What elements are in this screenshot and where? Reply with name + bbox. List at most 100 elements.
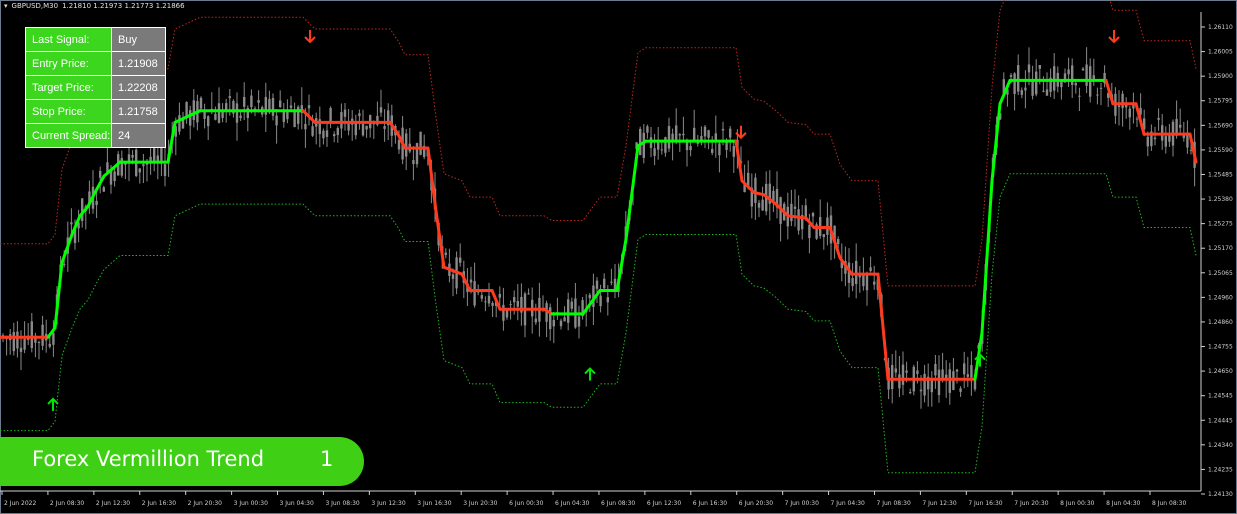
candle-body [790,203,793,222]
candle-body [1085,64,1088,86]
candle-body [282,111,285,122]
candle-body [811,213,815,217]
candle-body [235,103,239,123]
candle-body [444,252,447,256]
candle-body [1009,75,1013,77]
candle-body [963,363,966,375]
y-tick-label: 1.24860 [1208,319,1233,326]
y-tick-label: 1.25690 [1208,122,1233,129]
signal-value: Buy [111,27,166,52]
candle-body [491,302,494,306]
candles [1,47,1196,409]
candle-body [1038,65,1041,69]
candle-body [970,365,973,378]
candle-body [289,105,293,108]
candle-body [934,363,937,376]
signal-row: Stop Price: 1.21758 [25,99,166,124]
candle-body [333,134,336,137]
candle-body [865,274,869,291]
candle-body [307,105,311,109]
candle-body [1053,66,1056,91]
signal-value: 24 [111,123,166,148]
candle-body [642,132,645,158]
x-tick-label: 3 Jun 12:30 [371,500,405,507]
x-tick-label: 2 Jun 20:30 [188,500,222,507]
candle-body [95,200,98,206]
candle-body [1071,65,1074,85]
x-tick-label: 6 Jun 16:30 [693,500,727,507]
brand-title: Forex Vermillion Trend [32,447,265,471]
candle-body [189,110,192,126]
candle-body [214,113,217,120]
symbol-label: GBPUSD,M30 [11,2,59,10]
candle-body [761,199,764,211]
brand-number: 1 [320,447,334,471]
candle-body [271,98,275,116]
candle-body [250,95,253,108]
y-tick-label: 1.24545 [1208,393,1233,400]
candle-body [837,238,840,245]
y-tick-label: 1.24445 [1208,417,1233,424]
candle-body [473,281,476,306]
candle-body [966,374,969,377]
candle-body [822,234,825,238]
x-tick-label: 7 Jun 00:30 [785,500,819,507]
candle-body [178,115,181,132]
candle-body [99,170,102,178]
candle-body [207,116,210,127]
candle-body [1099,87,1103,89]
candle-body [718,143,721,156]
candle-body [725,142,728,150]
candle-body [711,148,714,153]
trend-segment [980,179,994,335]
x-tick-label: 7 Jun 08:30 [876,500,910,507]
candle-body [257,100,260,103]
trend-segment [774,202,790,218]
candle-body [52,332,55,345]
candle-body [653,148,656,156]
candle-body [930,379,933,393]
candle-body [142,164,145,167]
candle-body [358,113,361,117]
candle-body [279,100,282,107]
candle-body [19,347,23,352]
sell-arrow-icon [304,30,316,44]
candle-body [667,126,671,149]
candle-body [603,278,606,289]
x-tick-label: 8 Jun 04:30 [1106,500,1140,507]
candle-body [898,374,901,389]
signal-value: 1.21908 [111,51,166,76]
candle-body [646,126,649,133]
candle-body [23,339,26,350]
dropdown-triangle-icon[interactable]: ▾ [4,2,8,10]
candle-body [1189,149,1193,151]
candle-body [689,145,692,151]
candle-body [721,128,725,131]
y-tick-label: 1.25900 [1208,73,1233,80]
y-tick-label: 1.26110 [1208,24,1233,31]
candle-body [498,293,501,298]
x-tick-label: 2 Jun 16:30 [142,500,176,507]
trend-segment [876,272,890,381]
candle-body [81,198,84,221]
y-tick-label: 1.25065 [1208,270,1233,277]
ohlc-values: 1.21810 1.21973 1.21773 1.21866 [62,2,185,10]
signal-row: Last Signal: Buy [25,27,166,52]
candle-body [772,190,775,201]
candle-body [48,343,51,347]
candle-body [1042,90,1045,92]
candle-body [941,369,944,378]
candle-body [919,389,923,392]
x-tick-label: 3 Jun 20:30 [463,500,497,507]
candle-body [664,137,667,153]
candle-body [891,364,894,390]
candle-body [1096,94,1099,96]
candle-body [1045,89,1049,96]
x-tick-label: 7 Jun 04:30 [831,500,865,507]
candle-body [459,257,462,263]
candle-body [415,143,419,165]
signal-row: Current Spread: 24 [25,123,166,148]
y-tick-label: 1.25590 [1208,147,1233,154]
y-tick-label: 1.24340 [1208,442,1233,449]
x-tick-label: 8 Jun 00:30 [1060,500,1094,507]
